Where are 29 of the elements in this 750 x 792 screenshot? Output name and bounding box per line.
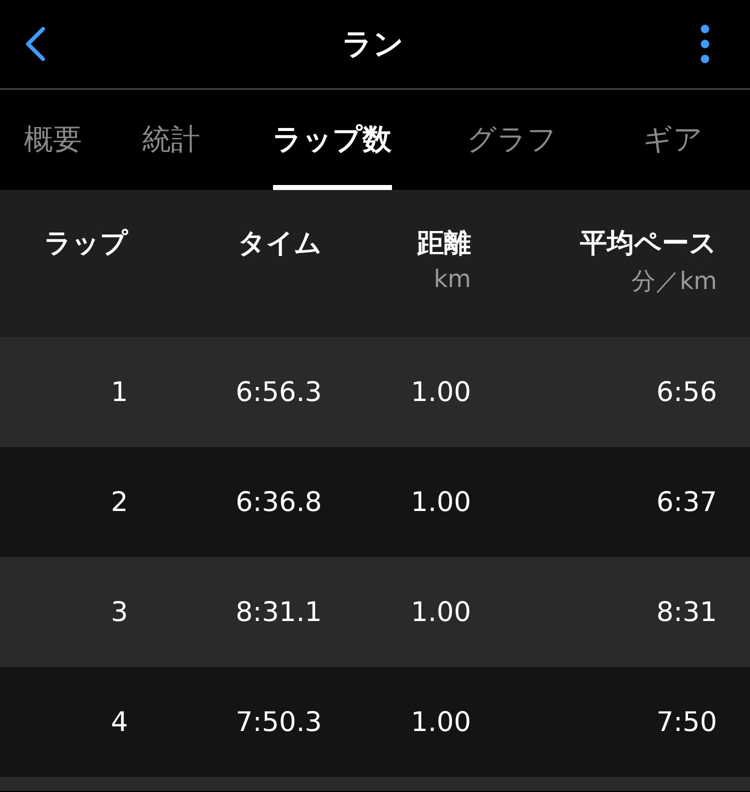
tab[interactable]: ギア (596, 90, 750, 190)
tab[interactable]: 概要 (0, 90, 106, 190)
unit-label: km (434, 265, 471, 293)
table-cell-text: 1.00 (410, 596, 471, 628)
column-header: 距離 (417, 227, 471, 261)
table-cell-text: 6:56 (655, 376, 717, 408)
table-cell-text: 7:50 (655, 706, 717, 738)
table-cell-text: 3 (110, 596, 128, 628)
table-cell-text: 6:37 (655, 486, 717, 518)
table-cell-text: 8:31.1 (234, 596, 322, 628)
back-icon[interactable] (24, 26, 46, 62)
tab[interactable]: 統計 (106, 90, 236, 190)
table-cell-text: 8:31 (655, 596, 717, 628)
column-header: ラップ (44, 227, 128, 261)
table-cell-text: 1.00 (410, 376, 471, 408)
table-cell-text: 2 (110, 486, 128, 518)
more-menu-icon[interactable] (700, 24, 710, 64)
table-cell-text: 1.00 (410, 486, 471, 518)
unit-label: 分／km (632, 266, 717, 297)
tab[interactable]: グラフ (428, 90, 596, 190)
table-cell-text: 6:56.3 (234, 376, 322, 408)
column-header: 平均ペース (580, 227, 717, 261)
table-cell-text: 4 (110, 706, 128, 738)
screen-title: ラン (342, 26, 404, 64)
table-cell-text: 7:50.3 (234, 706, 322, 738)
column-header: タイム (238, 227, 322, 261)
table-cell-text: 1.00 (410, 706, 471, 738)
table-cell-text: 1 (110, 376, 128, 408)
table-cell-text: 6:36.8 (234, 486, 322, 518)
